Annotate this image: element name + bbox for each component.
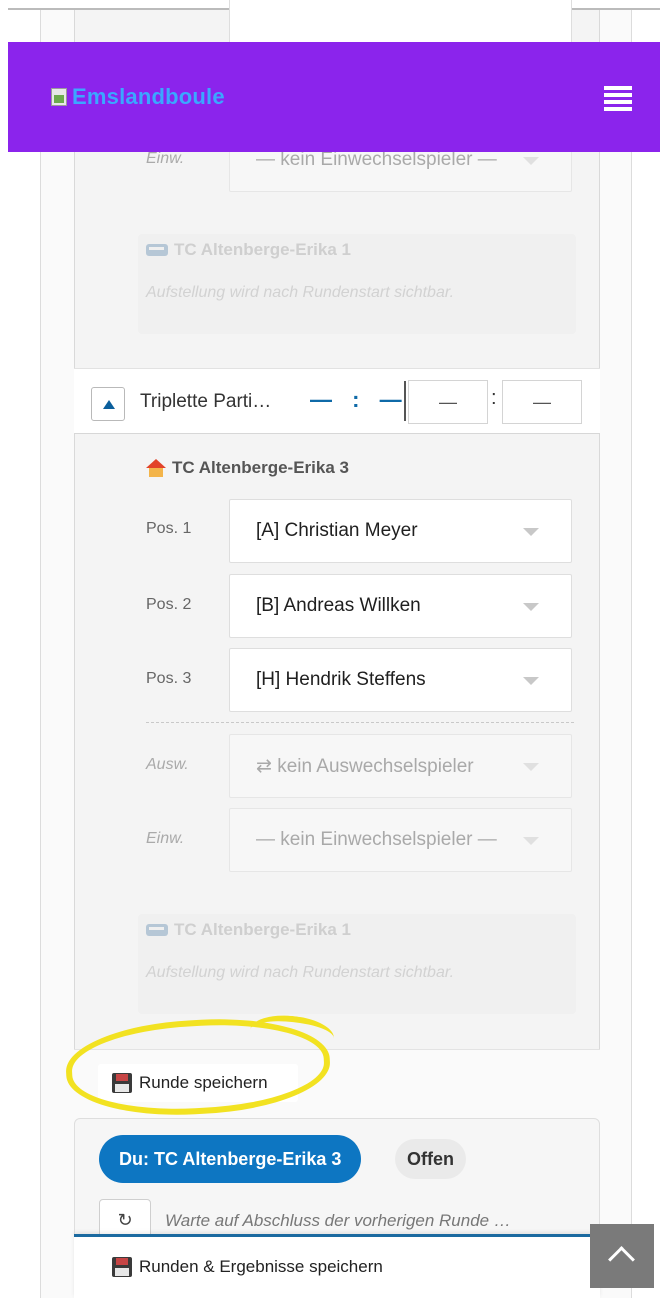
chevron-up-icon[interactable] [590, 1224, 654, 1288]
substitutes-divider [146, 722, 574, 723]
score-input-left[interactable]: — [408, 380, 488, 424]
score-display: — : — [310, 387, 404, 413]
top-sub-in-value: — kein Einwechselspieler — [256, 149, 497, 170]
sub-in-select[interactable]: — kein Einwechselspieler — [229, 808, 572, 872]
save-all-button[interactable]: Runden & Ergebnisse speichern [112, 1257, 383, 1277]
collapse-toggle-button[interactable] [91, 387, 125, 421]
navbar: Emslandboule [8, 42, 660, 152]
brand-title: Emslandboule [72, 84, 225, 109]
pos-3-label: Pos. 3 [146, 670, 192, 687]
sticky-save-bar: Runden & Ergebnisse speichern [74, 1234, 600, 1298]
home-team-name: TC Altenberge-Erika 3 [172, 458, 349, 477]
pos-2-player: [B] Andreas Willken [256, 595, 421, 616]
own-team-badge: Du: TC Altenberge-Erika 3 [99, 1135, 362, 1183]
status-badge: Offen [395, 1139, 466, 1179]
sub-out-select[interactable]: ⇄ kein Auswechselspieler [229, 734, 572, 798]
waiting-message: Warte auf Abschluss der vorherigen Runde… [165, 1211, 511, 1230]
opponent-lineup-top: TC Altenberge-Erika 1 Aufstellung wird n… [138, 234, 576, 334]
score-left: — [310, 387, 334, 412]
opponent-name: TC Altenberge-Erika 1 [174, 240, 351, 259]
chevron-down-icon [523, 763, 539, 771]
bus-icon [146, 924, 168, 936]
sub-in-label: Einw. [146, 830, 185, 847]
pos-2-select[interactable]: [B] Andreas Willken [229, 574, 572, 638]
chevron-down-icon [523, 837, 539, 845]
score-right: — [379, 387, 404, 412]
opponent-name: TC Altenberge-Erika 1 [174, 920, 351, 939]
pos-1-label: Pos. 1 [146, 520, 192, 537]
score-input-colon: : [491, 387, 497, 409]
chevron-down-icon [523, 603, 539, 611]
chevron-down-icon [523, 528, 539, 536]
score-divider [404, 381, 406, 421]
score-input-right[interactable]: — [502, 380, 582, 424]
pos-3-select[interactable]: [H] Hendrik Steffens [229, 648, 572, 712]
opponent-lineup-bottom: TC Altenberge-Erika 1 Aufstellung wird n… [138, 914, 576, 1014]
floppy-disk-icon [112, 1257, 132, 1277]
top-partial-field[interactable] [229, 0, 572, 44]
top-sub-in-label: Einw. [146, 150, 185, 167]
chevron-down-icon [523, 157, 539, 165]
brand-link[interactable]: Emslandboule [48, 82, 225, 112]
broken-logo-icon [48, 86, 70, 108]
sub-out-label: Ausw. [146, 756, 189, 773]
sub-out-value: ⇄ kein Auswechselspieler [256, 756, 474, 777]
pos-1-select[interactable]: [A] Christian Meyer [229, 499, 572, 563]
match-name: Triplette Parti… [140, 391, 272, 412]
home-team-title: TC Altenberge-Erika 3 [146, 458, 349, 478]
sub-in-value: — kein Einwechselspieler — [256, 829, 497, 850]
score-colon: : [352, 387, 362, 412]
match-header: Triplette Parti… — : — — : — [74, 368, 600, 434]
lineup-hidden-notice: Aufstellung wird nach Rundenstart sichtb… [146, 284, 455, 301]
hamburger-icon[interactable] [604, 86, 632, 111]
house-icon [146, 459, 166, 477]
pos-2-label: Pos. 2 [146, 596, 192, 613]
save-all-label: Runden & Ergebnisse speichern [139, 1257, 383, 1276]
pos-1-player: [A] Christian Meyer [256, 520, 418, 541]
pos-3-player: [H] Hendrik Steffens [256, 669, 426, 690]
lineup-hidden-notice: Aufstellung wird nach Rundenstart sichtb… [146, 964, 455, 981]
bus-icon [146, 244, 168, 256]
chevron-down-icon [523, 677, 539, 685]
